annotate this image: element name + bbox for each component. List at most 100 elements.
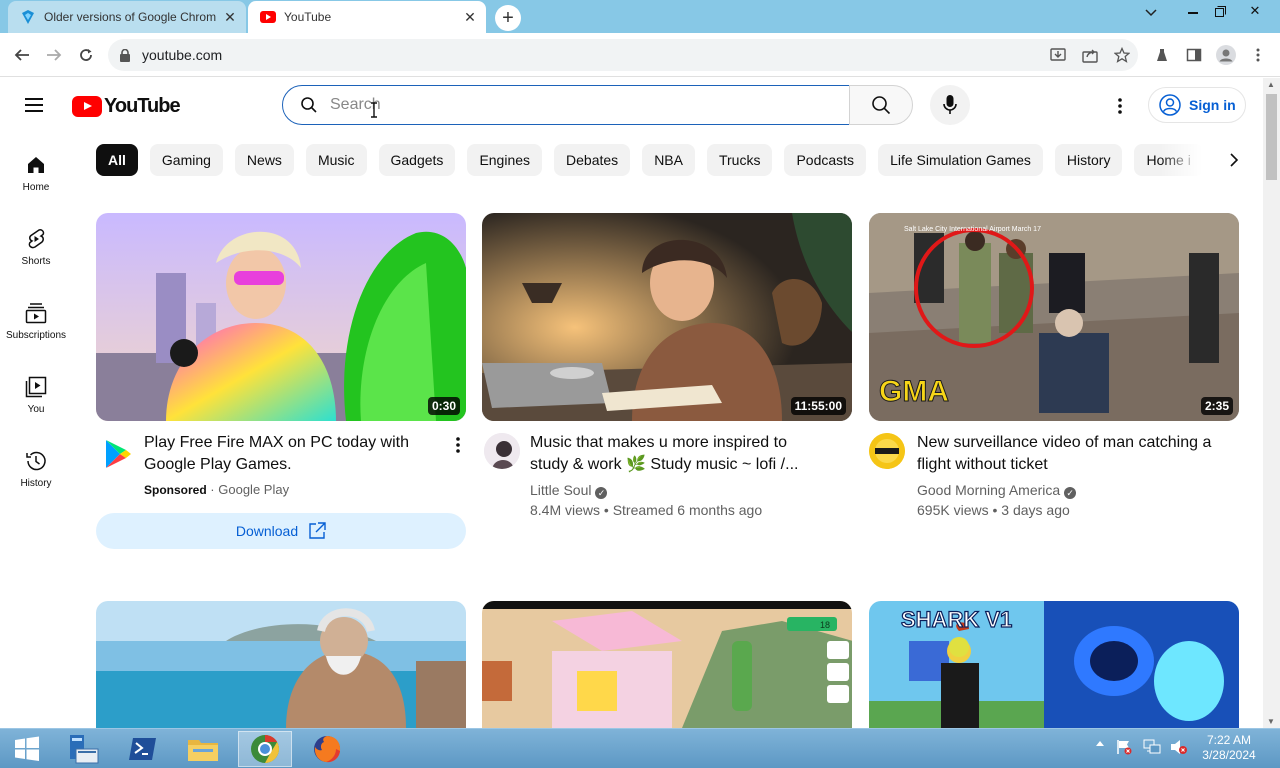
chip-bar-fade <box>1160 144 1220 177</box>
chip-gadgets[interactable]: Gadgets <box>378 144 456 176</box>
volume-muted-icon[interactable] <box>1170 739 1188 755</box>
url-text: youtube.com <box>142 47 223 63</box>
channel-avatar-little-soul[interactable] <box>484 433 520 469</box>
new-tab-button[interactable]: + <box>495 5 521 31</box>
scroll-up-arrow-icon[interactable]: ▲ <box>1267 80 1275 89</box>
forward-arrow-icon[interactable] <box>40 41 68 69</box>
voice-search-button[interactable] <box>930 85 970 125</box>
address-bar[interactable]: youtube.com <box>108 39 1138 71</box>
chip-engines[interactable]: Engines <box>467 144 543 176</box>
profile-avatar-icon[interactable] <box>1215 44 1237 66</box>
share-icon[interactable] <box>1079 44 1101 66</box>
reload-icon[interactable] <box>72 41 100 69</box>
video-thumbnail-lofi[interactable]: 11:55:00 <box>482 213 852 421</box>
guide-item-home[interactable]: Home <box>0 153 72 193</box>
chip-trucks[interactable]: Trucks <box>706 144 773 176</box>
guide-item-history[interactable]: History <box>0 449 72 489</box>
account-circle-icon <box>1159 94 1181 116</box>
youtube-play-icon <box>72 96 102 117</box>
restore-window-button[interactable] <box>1205 0 1235 22</box>
page-scrollbar[interactable]: ▲ ▼ <box>1263 78 1280 728</box>
tab-title: Older versions of Google Chrom <box>44 10 217 24</box>
search-input[interactable] <box>330 96 810 114</box>
server-manager-taskbar-icon[interactable] <box>56 731 110 767</box>
file-explorer-taskbar-icon[interactable] <box>176 731 230 767</box>
show-hidden-icons-icon[interactable] <box>1095 739 1105 747</box>
action-center-flag-icon[interactable] <box>1116 739 1132 755</box>
scrollbar-thumb[interactable] <box>1266 94 1277 180</box>
windows-logo-icon <box>15 736 39 761</box>
network-icon[interactable] <box>1143 739 1161 755</box>
extensions-icon[interactable] <box>1151 44 1173 66</box>
download-label: Download <box>235 523 299 539</box>
minimize-window-button[interactable] <box>1178 0 1208 22</box>
browser-tab-strip: Older versions of Google Chrom ✕ YouTube… <box>0 0 1280 33</box>
bookmark-star-icon[interactable] <box>1111 44 1133 66</box>
guide-menu-icon[interactable] <box>25 94 47 116</box>
chip-all[interactable]: All <box>96 144 138 176</box>
chip-podcasts[interactable]: Podcasts <box>784 144 867 176</box>
channel-name[interactable]: Good Morning America <box>917 482 1060 498</box>
tab-older-chrome-versions[interactable]: Older versions of Google Chrom ✕ <box>8 1 246 33</box>
chip-history[interactable]: History <box>1054 144 1123 176</box>
sign-in-button[interactable]: Sign in <box>1148 87 1246 123</box>
chrome-menu-icon[interactable] <box>1247 44 1269 66</box>
close-tab-icon[interactable]: ✕ <box>220 7 240 27</box>
video-title[interactable]: New surveillance video of man catching a… <box>917 432 1227 476</box>
guide-item-you[interactable]: You <box>0 375 72 415</box>
taskbar-clock[interactable]: 7:22 AM 3/28/2024 <box>1196 733 1262 763</box>
firefox-taskbar-icon[interactable] <box>300 731 354 767</box>
chip-nba[interactable]: NBA <box>642 144 695 176</box>
video-thumbnail-surveillance[interactable]: Salt Lake City International Airport Mar… <box>869 213 1239 421</box>
guide-item-subscriptions[interactable]: Subscriptions <box>0 301 72 341</box>
chrome-taskbar-icon[interactable] <box>238 731 292 767</box>
guide-label: Subscriptions <box>5 330 67 341</box>
chip-news[interactable]: News <box>234 144 294 176</box>
close-tab-icon[interactable]: ✕ <box>460 7 480 27</box>
advertiser-name[interactable]: Google Play <box>218 482 289 497</box>
channel-name[interactable]: Little Soul <box>530 482 591 498</box>
powershell-taskbar-icon[interactable] <box>116 731 170 767</box>
video-thumbnail-beach-music[interactable] <box>96 601 466 728</box>
youtube-logo[interactable]: YouTube <box>72 95 181 118</box>
video-thumbnail-free-fire[interactable]: 0:30 <box>96 213 466 421</box>
channel-avatar-gma[interactable] <box>869 433 905 469</box>
free-fire-thumbnail-image <box>96 213 466 421</box>
tab-search-chevron-icon[interactable] <box>1145 6 1157 20</box>
beach-dj-thumbnail-image <box>96 601 466 728</box>
settings-more-icon[interactable] <box>1108 94 1132 118</box>
sign-in-label: Sign in <box>1189 97 1236 113</box>
chevron-right-icon[interactable] <box>1222 148 1246 172</box>
home-icon <box>24 153 48 177</box>
verified-check-icon: ✓ <box>1064 487 1077 499</box>
tab-youtube[interactable]: YouTube ✕ <box>248 1 486 33</box>
chip-life-simulation-games[interactable]: Life Simulation Games <box>878 144 1043 176</box>
start-button[interactable] <box>0 731 54 767</box>
side-panel-icon[interactable] <box>1183 44 1205 66</box>
verified-check-icon: ✓ <box>595 487 608 499</box>
video-stats: 695K views • 3 days ago <box>917 502 1070 518</box>
video-thumbnail-roblox-shop[interactable]: 18 <box>482 601 852 728</box>
video-title[interactable]: Music that makes u more inspired to stud… <box>530 432 840 476</box>
back-arrow-icon[interactable] <box>8 41 36 69</box>
clock-date: 3/28/2024 <box>1202 748 1256 762</box>
chip-music[interactable]: Music <box>305 144 367 176</box>
chip-debates[interactable]: Debates <box>554 144 631 176</box>
video-title-line: New surveillance video of man catching a <box>917 434 1212 451</box>
scroll-down-arrow-icon[interactable]: ▼ <box>1267 717 1275 726</box>
search-box[interactable] <box>282 85 850 125</box>
guide-item-shorts[interactable]: Shorts <box>0 227 72 267</box>
guide-label: History <box>20 478 52 489</box>
video-thumbnail-shark-v1[interactable]: SHARK V1 <box>869 601 1239 728</box>
video-title[interactable]: Play Free Fire MAX on PC today with Goog… <box>144 432 444 476</box>
download-button[interactable]: Download <box>96 513 466 549</box>
video-stats: 8.4M views • Streamed 6 months ago <box>530 502 763 518</box>
chip-gaming[interactable]: Gaming <box>149 144 223 176</box>
install-app-icon[interactable] <box>1047 44 1069 66</box>
google-play-logo-icon[interactable] <box>100 436 136 472</box>
filter-chip-bar: All Gaming News Music Gadgets Engines Debates N… <box>96 144 1216 177</box>
search-button[interactable] <box>849 85 913 125</box>
close-window-button[interactable]: ✕ <box>1232 0 1278 22</box>
video-title-line: flight without ticket <box>917 456 1048 473</box>
video-menu-icon[interactable] <box>446 433 470 457</box>
